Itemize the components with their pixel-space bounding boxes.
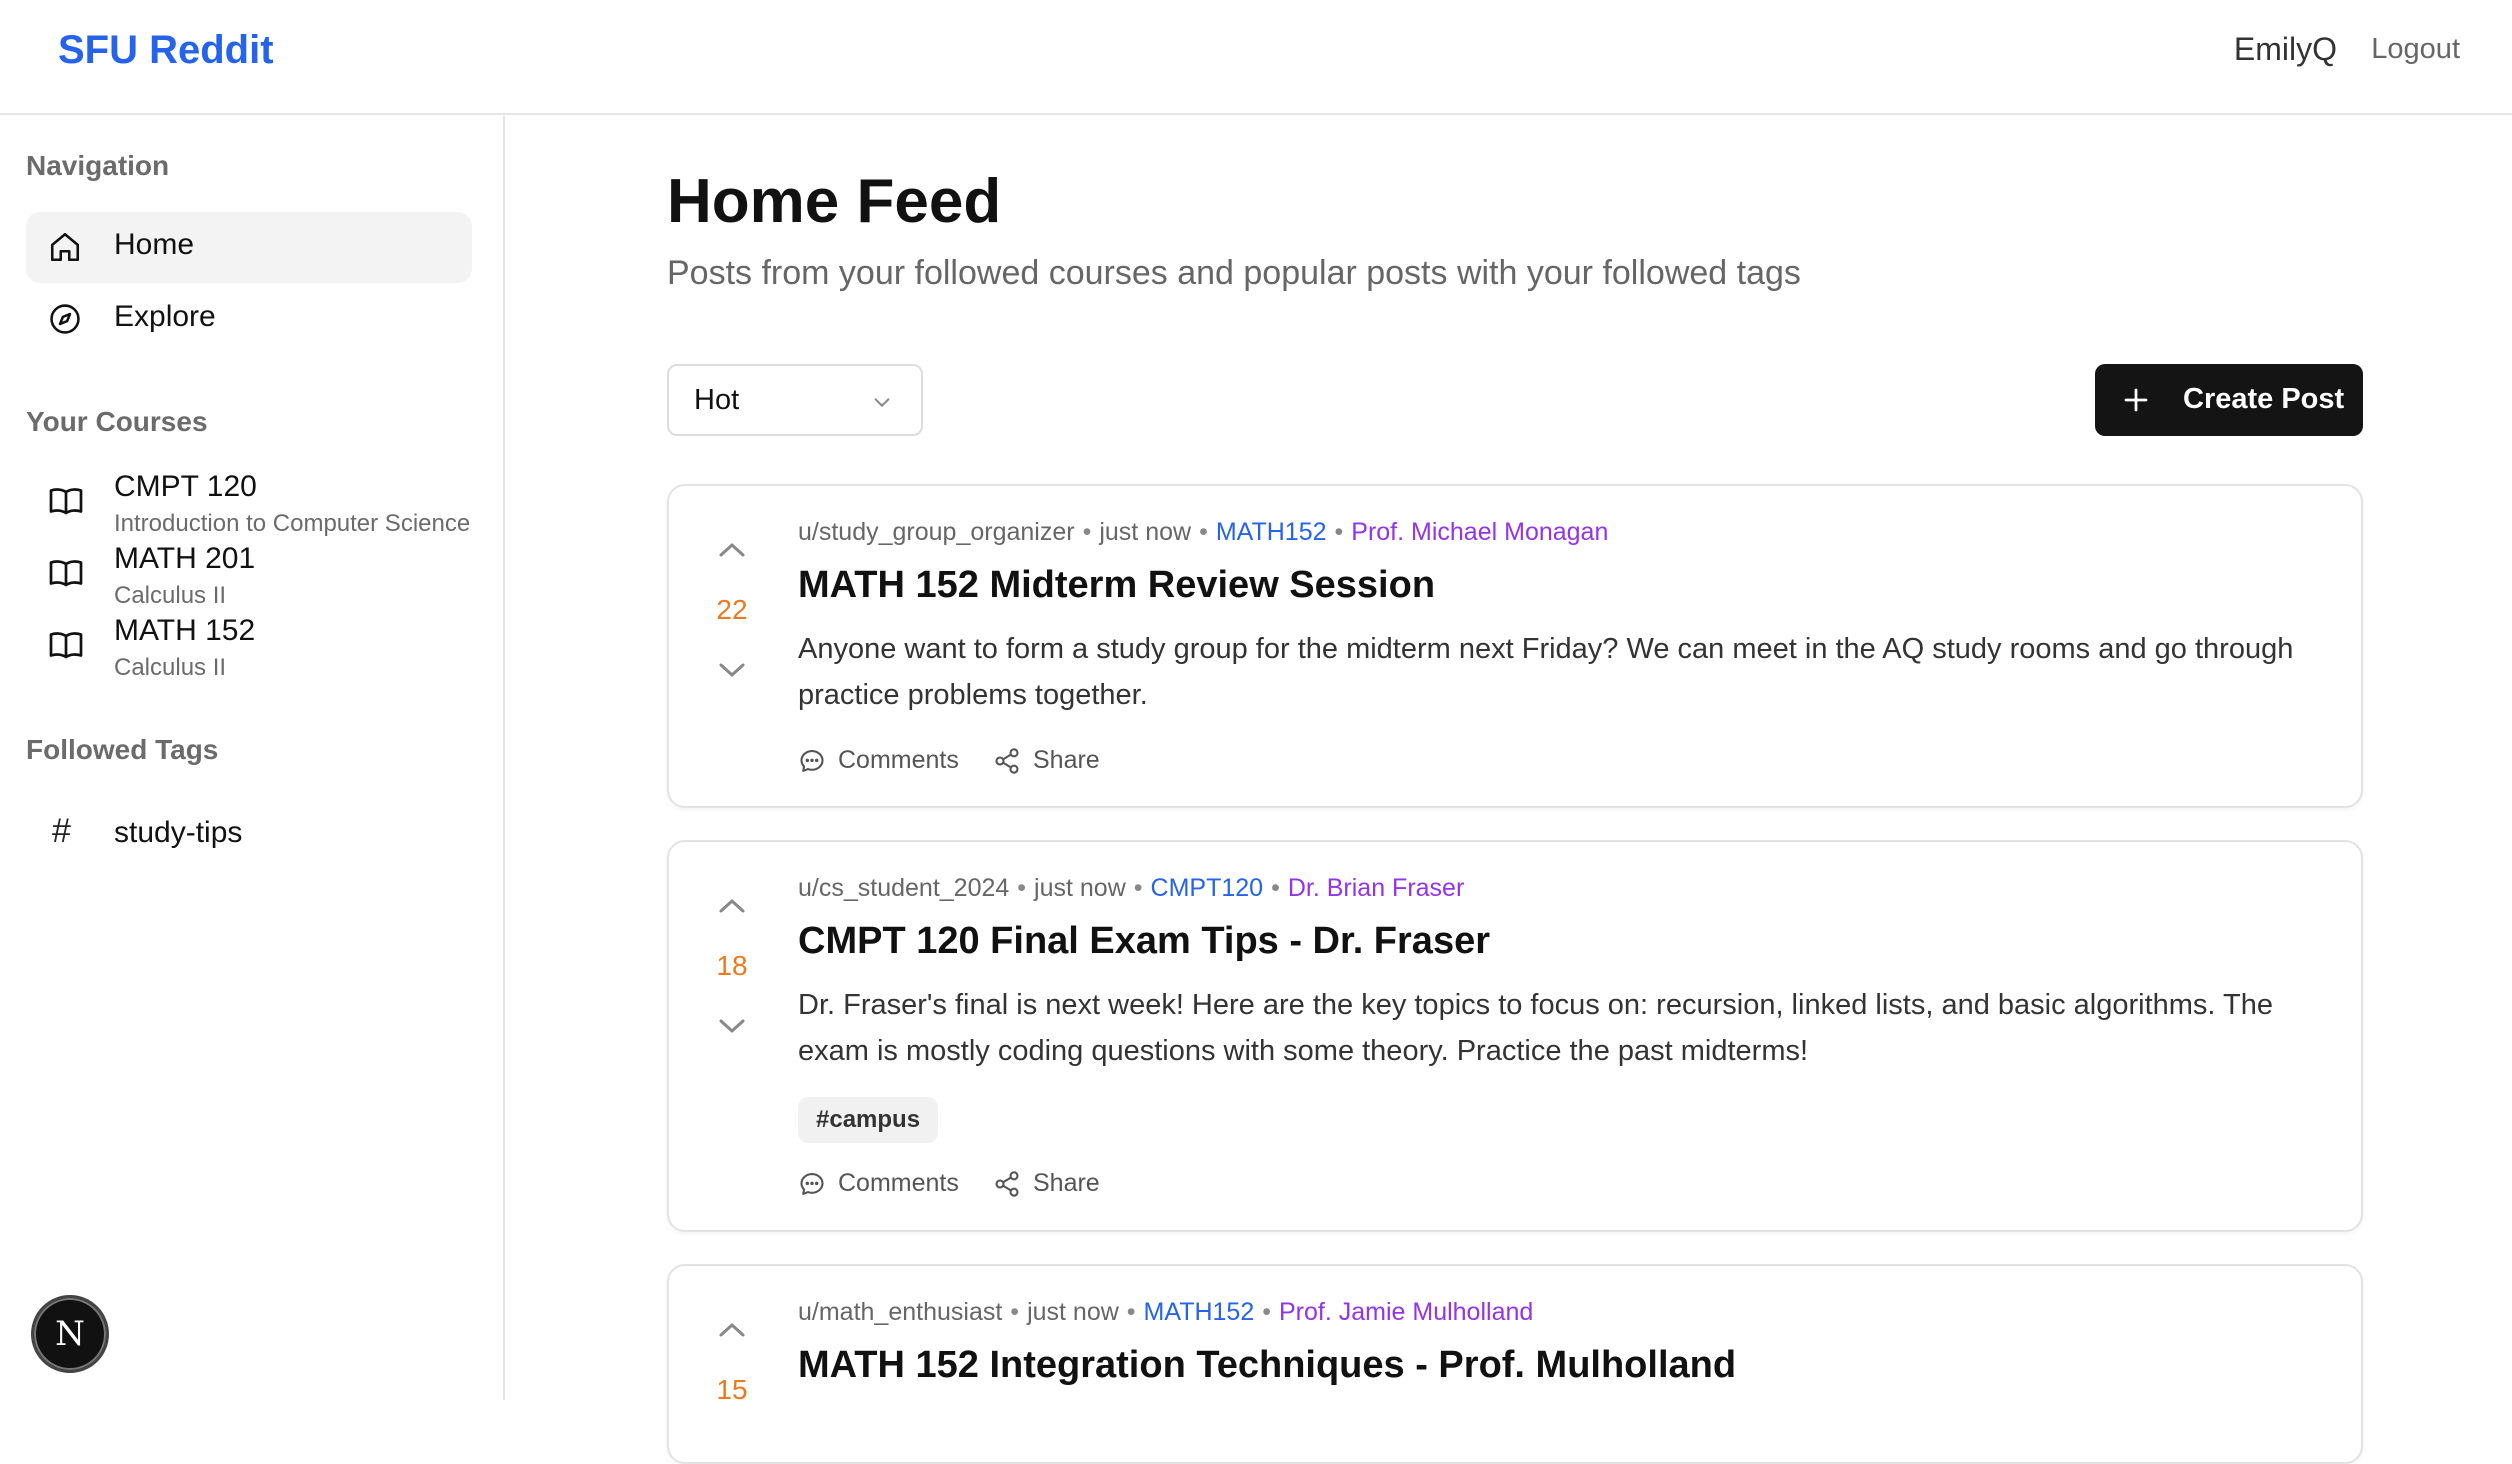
hash-icon: # <box>52 812 71 850</box>
sidebar-item-home[interactable]: Home <box>26 212 472 283</box>
downvote-icon[interactable] <box>716 1016 748 1036</box>
post-author[interactable]: u/study_group_organizer <box>798 518 1075 546</box>
share-label: Share <box>1033 1169 1100 1197</box>
create-post-label: Create Post <box>2183 383 2345 415</box>
sidebar-item-label: Explore <box>114 300 216 333</box>
course-name: Calculus II <box>114 654 227 681</box>
course-code: MATH 201 <box>114 542 256 575</box>
plus-icon <box>2124 388 2148 412</box>
post-time: just now <box>1099 518 1192 546</box>
tags-heading: Followed Tags <box>26 734 219 765</box>
vote-count: 22 <box>716 594 748 625</box>
post-meta: u/study_group_organizer • just now • MATH152… <box>798 518 1609 546</box>
sort-select[interactable]: Hot <box>667 364 923 436</box>
home-icon <box>50 232 80 262</box>
page-title: Home Feed <box>667 167 1002 236</box>
compass-icon <box>50 304 80 334</box>
vote-count: 18 <box>716 950 748 981</box>
post-time: just now <box>1034 874 1126 902</box>
post-card[interactable]: 22 u/study_group_organizer • just now • MATH… <box>667 484 2363 808</box>
sidebar: Navigation Home Explore Your Courses CMP… <box>0 116 505 1400</box>
share-button[interactable]: Share <box>993 1167 1113 1201</box>
username[interactable]: EmilyQ <box>2234 31 2337 68</box>
course-code: CMPT 120 <box>114 470 257 503</box>
tag-label: study-tips <box>114 816 243 849</box>
dev-tools-badge[interactable]: N <box>31 1295 109 1373</box>
upvote-icon[interactable] <box>716 896 748 916</box>
post-author[interactable]: u/cs_student_2024 <box>798 874 1009 902</box>
book-icon <box>49 560 83 587</box>
comments-button[interactable]: Comments <box>798 744 968 778</box>
book-icon <box>49 632 83 659</box>
course-code: MATH 152 <box>114 614 256 647</box>
chevron-down-icon <box>874 398 890 407</box>
sort-value: Hot <box>694 384 740 416</box>
post-title[interactable]: MATH 152 Midterm Review Session <box>798 564 1435 607</box>
upvote-icon[interactable] <box>716 1320 748 1340</box>
downvote-icon[interactable] <box>716 660 748 680</box>
course-name: Calculus II <box>114 582 227 609</box>
post-card[interactable]: 18 u/cs_student_2024 • just now • CMPT120 • Dr… <box>667 840 2363 1232</box>
sidebar-course-math152[interactable]: MATH 152 Calculus II <box>26 614 506 684</box>
logout-link[interactable]: Logout <box>2371 33 2460 66</box>
create-post-button[interactable]: Create Post <box>2095 364 2363 436</box>
comments-button[interactable]: Comments <box>798 1167 968 1201</box>
sidebar-item-explore[interactable]: Explore <box>26 284 472 355</box>
vote-count: 15 <box>716 1374 748 1405</box>
main-content: Home Feed Posts from your followed cours… <box>505 116 2512 1464</box>
post-title[interactable]: MATH 152 Integration Techniques - Prof. … <box>798 1344 1736 1387</box>
share-icon <box>995 1171 1019 1197</box>
post-professor[interactable]: Prof. Michael Monagan <box>1351 518 1608 546</box>
post-title[interactable]: CMPT 120 Final Exam Tips - Dr. Fraser <box>798 920 1490 963</box>
sidebar-tag-study-tips[interactable]: # study-tips <box>26 804 472 864</box>
post-course-link[interactable]: CMPT120 <box>1151 874 1264 902</box>
post-author[interactable]: u/math_enthusiast <box>798 1298 1002 1326</box>
upvote-icon[interactable] <box>716 540 748 560</box>
comment-icon <box>800 1173 824 1195</box>
post-meta: u/cs_student_2024 • just now • CMPT120 • Dr. B… <box>798 874 1465 902</box>
sidebar-course-math201[interactable]: MATH 201 Calculus II <box>26 542 506 612</box>
top-header: SFU Reddit EmilyQ Logout <box>0 0 2512 115</box>
post-body: Anyone want to form a study group for th… <box>798 633 2294 711</box>
post-course-link[interactable]: MATH152 <box>1144 1298 1255 1326</box>
post-time: just now <box>1027 1298 1119 1326</box>
post-professor[interactable]: Prof. Jamie Mulholland <box>1279 1298 1533 1326</box>
post-card[interactable]: 15 u/math_enthusiast • just now • MATH152 • Pr… <box>667 1264 2363 1464</box>
share-icon <box>995 748 1019 774</box>
comment-icon <box>800 750 824 772</box>
comments-label: Comments <box>838 746 959 774</box>
post-professor[interactable]: Dr. Brian Fraser <box>1288 874 1464 902</box>
courses-heading: Your Courses <box>26 406 208 437</box>
post-course-link[interactable]: MATH152 <box>1216 518 1327 546</box>
post-tag[interactable]: #campus <box>798 1097 939 1143</box>
brand-logo[interactable]: SFU Reddit <box>58 28 274 73</box>
sidebar-item-label: Home <box>114 228 195 261</box>
post-meta: u/math_enthusiast • just now • MATH152 • Prof.… <box>798 1298 1534 1326</box>
book-icon <box>49 488 83 515</box>
page-subtitle: Posts from your followed courses and pop… <box>667 254 1801 292</box>
post-body: Dr. Fraser's final is next week! Here ar… <box>798 989 2273 1067</box>
sidebar-course-cmpt120[interactable]: CMPT 120 Introduction to Computer Scienc… <box>26 470 506 540</box>
share-button[interactable]: Share <box>993 744 1113 778</box>
nav-heading: Navigation <box>26 150 170 181</box>
course-name: Introduction to Computer Science <box>114 510 471 537</box>
comments-label: Comments <box>838 1169 959 1197</box>
share-label: Share <box>1033 746 1100 774</box>
